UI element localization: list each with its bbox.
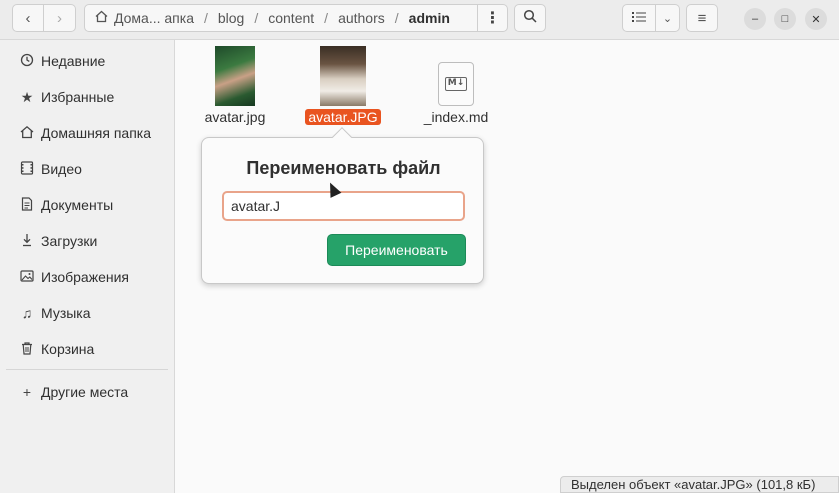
trash-icon [16, 341, 38, 358]
breadcrumb-admin[interactable]: admin [407, 10, 452, 26]
breadcrumb-separator: / [254, 10, 259, 26]
file-name: _index.md [423, 109, 489, 125]
sidebar-item-label: Домашняя папка [41, 125, 152, 141]
search-icon [523, 9, 537, 27]
breadcrumb-separator: / [324, 10, 329, 26]
list-view-button[interactable] [622, 4, 656, 32]
music-icon: ♫ [21, 305, 33, 321]
file-item-avatar-jpg[interactable]: avatar.jpg [197, 46, 273, 125]
breadcrumb-authors[interactable]: authors [336, 10, 387, 26]
sidebar-item-label: Избранные [41, 89, 115, 105]
sidebar-item-music[interactable]: ♫ Музыка [0, 296, 174, 330]
maximize-button[interactable]: □ [774, 8, 796, 30]
sidebar-item-documents[interactable]: Документы [0, 188, 174, 222]
search-button[interactable] [514, 4, 546, 32]
plus-icon: + [22, 384, 32, 400]
sidebar-item-pictures[interactable]: Изображения [0, 260, 174, 294]
sidebar-item-label: Недавние [41, 53, 106, 69]
minimize-button[interactable]: – [744, 8, 766, 30]
rename-button[interactable]: Переименовать [327, 234, 466, 266]
file-name: avatar.jpg [204, 109, 266, 125]
forward-button[interactable]: › [44, 4, 76, 32]
list-view-icon [632, 10, 646, 27]
file-item-index-md[interactable]: M↓ _index.md [419, 62, 493, 125]
sidebar-item-other-locations[interactable]: + Другие места [0, 375, 174, 409]
maximize-icon: □ [781, 13, 789, 25]
markdown-file-icon-label: M↓ [445, 77, 467, 91]
chevron-right-icon: › [57, 9, 62, 27]
view-options-dropdown[interactable]: ⌄ [656, 4, 680, 32]
back-button[interactable]: ‹ [12, 4, 44, 32]
sidebar-item-recent[interactable]: Недавние [0, 44, 174, 78]
sidebar-divider [6, 369, 168, 370]
header-bar: ‹ › Дома... апка / blog / content / auth… [0, 0, 839, 40]
breadcrumb: Дома... апка / blog / content / authors … [84, 4, 508, 32]
sidebar-item-label: Изображения [41, 269, 129, 285]
image-icon [16, 269, 38, 286]
image-thumbnail [320, 46, 366, 106]
sidebar-item-label: Музыка [41, 305, 91, 321]
breadcrumb-separator: / [394, 10, 399, 26]
status-bar: Выделен объект «avatar.JPG» (101,8 кБ) [560, 476, 839, 493]
file-item-avatar-JPG[interactable]: avatar.JPG [303, 46, 383, 125]
popover-title: Переименовать файл [246, 158, 441, 178]
rename-input[interactable] [222, 191, 465, 221]
home-icon [16, 125, 38, 142]
path-menu-button[interactable]: ⋮ [477, 4, 507, 32]
hamburger-menu-icon: ≡ [697, 9, 707, 27]
kebab-menu-icon: ⋮ [484, 10, 501, 27]
sidebar-item-label: Корзина [41, 341, 95, 357]
file-name: avatar.JPG [305, 109, 381, 125]
video-icon [16, 160, 38, 178]
sidebar-item-label: Загрузки [41, 233, 98, 249]
document-icon [16, 196, 38, 214]
home-icon [95, 10, 108, 26]
breadcrumb-content[interactable]: content [266, 10, 316, 26]
breadcrumb-blog[interactable]: blog [216, 10, 246, 26]
close-window-button[interactable]: ✕ [805, 8, 827, 30]
star-icon: ★ [20, 88, 34, 105]
sidebar: Недавние ★ Избранные Домашняя папка Виде… [0, 40, 175, 493]
sidebar-item-videos[interactable]: Видео [0, 152, 174, 186]
breadcrumb-label: Дома... апка [114, 10, 194, 26]
sidebar-item-label: Видео [41, 161, 82, 177]
sidebar-item-trash[interactable]: Корзина [0, 332, 174, 366]
sidebar-item-home[interactable]: Домашняя папка [0, 116, 174, 150]
sidebar-item-label: Другие места [41, 384, 129, 400]
chevron-down-icon: ⌄ [662, 12, 673, 25]
sidebar-item-downloads[interactable]: Загрузки [0, 224, 174, 258]
clock-icon [16, 53, 38, 70]
rename-popover: Переименовать файл Переименовать [201, 127, 484, 284]
close-icon: ✕ [811, 13, 821, 26]
image-thumbnail [215, 46, 255, 106]
markdown-file-icon: M↓ [438, 62, 474, 106]
download-icon [16, 233, 38, 250]
main-menu-button[interactable]: ≡ [686, 4, 718, 32]
sidebar-item-label: Документы [41, 197, 114, 213]
chevron-left-icon: ‹ [25, 9, 31, 27]
breadcrumb-separator: / [203, 10, 208, 26]
sidebar-item-starred[interactable]: ★ Избранные [0, 80, 174, 114]
minimize-icon: – [751, 13, 759, 25]
breadcrumb-home[interactable]: Дома... апка [85, 10, 196, 26]
